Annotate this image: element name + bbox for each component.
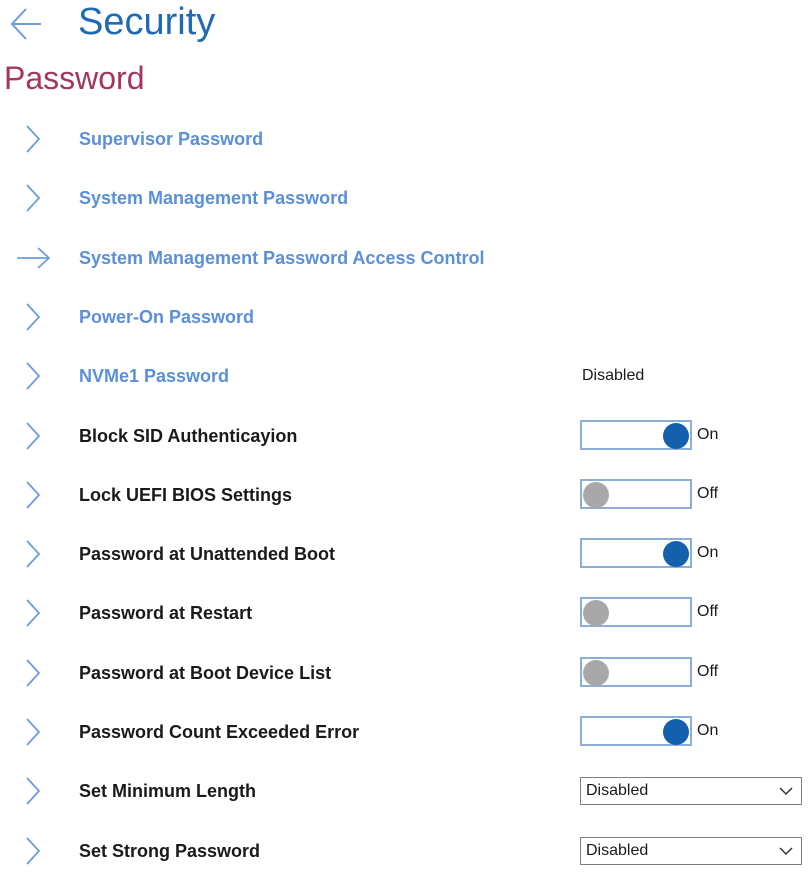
toggle-switch[interactable] [580, 597, 692, 627]
setting-row-block-sid-authenticayion: Block SID Authenticayion On [0, 411, 812, 461]
chevron-right-icon[interactable] [16, 537, 50, 571]
toggle-knob [583, 482, 609, 508]
toggle-switch[interactable] [580, 538, 692, 568]
dropdown-value: Disabled [586, 842, 649, 859]
page-title: Security [78, 1, 216, 43]
setting-label[interactable]: Power-On Password [79, 306, 254, 328]
setting-label: Password Count Exceeded Error [79, 722, 360, 742]
arrow-left-icon [10, 8, 41, 40]
toggle-state-label: Off [697, 603, 719, 620]
toggle-knob [663, 719, 689, 745]
chevron-right-icon[interactable] [16, 419, 50, 453]
setting-label: Password at Boot Device List [79, 663, 332, 683]
setting-label: Set Strong Password [79, 841, 261, 861]
back-button[interactable] [8, 4, 44, 44]
setting-label: Block SID Authenticayion [79, 426, 298, 446]
toggle-state-label: On [697, 722, 719, 739]
setting-label: Set Minimum Length [79, 781, 256, 801]
chevron-right-icon[interactable] [16, 834, 50, 868]
chevron-down-icon [779, 847, 793, 856]
dropdown-select[interactable]: Disabled [580, 777, 802, 805]
setting-row-supervisor-password[interactable]: Supervisor Password [0, 114, 812, 164]
setting-label[interactable]: Supervisor Password [79, 128, 263, 150]
setting-row-nvme1-password[interactable]: NVMe1 Password Disabled [0, 351, 812, 401]
setting-row-password-at-boot-device-list: Password at Boot Device List Off [0, 648, 812, 698]
setting-row-set-strong-password: Set Strong Password Disabled [0, 826, 812, 876]
status-value: Disabled [582, 367, 645, 384]
toggle-switch[interactable] [580, 479, 692, 509]
toggle-switch[interactable] [580, 657, 692, 687]
chevron-right-icon[interactable] [16, 181, 50, 215]
section-title: Password [4, 60, 145, 96]
setting-row-power-on-password[interactable]: Power-On Password [0, 292, 812, 342]
toggle-state-label: Off [697, 663, 719, 680]
toggle-switch[interactable] [580, 716, 692, 746]
chevron-right-icon[interactable] [16, 300, 50, 334]
chevron-right-icon[interactable] [16, 122, 50, 156]
arrow-right-icon[interactable] [16, 241, 51, 275]
setting-row-password-at-restart: Password at Restart Off [0, 588, 812, 638]
toggle-knob [583, 600, 609, 626]
setting-label: Password at Unattended Boot [79, 544, 336, 564]
toggle-knob [583, 660, 609, 686]
chevron-right-icon[interactable] [16, 596, 50, 630]
chevron-right-icon[interactable] [16, 359, 50, 393]
toggle-switch[interactable] [580, 420, 692, 450]
chevron-right-icon[interactable] [16, 478, 50, 512]
dropdown-select[interactable]: Disabled [580, 837, 802, 865]
setting-label[interactable]: System Management Password [79, 187, 348, 209]
setting-row-system-management-password[interactable]: System Management Password [0, 173, 812, 223]
setting-row-set-minimum-length: Set Minimum Length Disabled [0, 766, 812, 816]
header: Security [0, 0, 812, 48]
setting-label[interactable]: NVMe1 Password [79, 365, 229, 387]
setting-row-lock-uefi-bios-settings: Lock UEFI BIOS Settings Off [0, 470, 812, 520]
setting-row-password-count-exceeded-error: Password Count Exceeded Error On [0, 707, 812, 757]
toggle-state-label: On [697, 544, 719, 561]
toggle-state-label: Off [697, 485, 719, 502]
toggle-knob [663, 423, 689, 449]
toggle-knob [663, 541, 689, 567]
setting-label[interactable]: System Management Password Access Contro… [79, 247, 484, 269]
setting-row-system-management-password-access-control[interactable]: System Management Password Access Contro… [0, 233, 812, 283]
setting-label: Password at Restart [79, 603, 253, 623]
setting-label: Lock UEFI BIOS Settings [79, 485, 293, 505]
setting-row-password-at-unattended-boot: Password at Unattended Boot On [0, 529, 812, 579]
dropdown-value: Disabled [586, 782, 649, 799]
chevron-right-icon[interactable] [16, 656, 50, 690]
chevron-right-icon[interactable] [16, 715, 50, 749]
chevron-down-icon [779, 787, 793, 796]
chevron-right-icon[interactable] [16, 774, 50, 808]
toggle-state-label: On [697, 426, 719, 443]
